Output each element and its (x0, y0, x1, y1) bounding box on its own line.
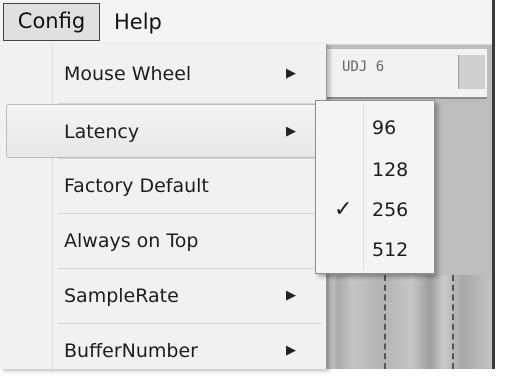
latency-option-96[interactable]: 96 (316, 108, 434, 148)
latency-submenu: 96 128 ✓ 256 512 (315, 100, 435, 274)
latency-option-label: 256 (372, 199, 409, 221)
menu-item-latency[interactable]: Latency ▶ (6, 104, 322, 158)
menu-bar: Config Help (0, 0, 492, 45)
submenu-arrow-icon: ▶ (286, 66, 296, 81)
menu-item-buffernumber[interactable]: BufferNumber ▶ (6, 324, 322, 378)
menu-item-samplerate[interactable]: SampleRate ▶ (6, 269, 322, 323)
config-dropdown-menu: Mouse Wheel ▶ Latency ▶ Factory Default … (0, 44, 327, 369)
fader-track (452, 275, 454, 369)
menu-item-factory-default[interactable]: Factory Default (6, 159, 322, 213)
menu-item-label: Always on Top (64, 230, 199, 252)
menu-config[interactable]: Config (3, 3, 100, 41)
latency-option-label: 128 (372, 159, 409, 181)
latency-option-512[interactable]: 512 (316, 230, 434, 270)
fader-area (322, 275, 492, 369)
menu-item-mouse-wheel[interactable]: Mouse Wheel ▶ (6, 47, 322, 101)
menu-item-label: SampleRate (64, 285, 179, 307)
checkmark-icon: ✓ (334, 197, 353, 222)
latency-option-label: 96 (372, 117, 397, 139)
menu-help[interactable]: Help (114, 4, 162, 40)
deck-label: UDJ 6 (342, 59, 385, 75)
submenu-arrow-icon: ▶ (286, 343, 296, 358)
fader-track (384, 275, 386, 369)
submenu-arrow-icon: ▶ (286, 124, 296, 139)
menu-item-label: Factory Default (64, 175, 209, 197)
latency-option-label: 512 (372, 239, 409, 261)
deck-strip: UDJ 6 (322, 49, 487, 99)
menu-item-label: BufferNumber (64, 340, 198, 362)
deck-knob (458, 55, 485, 89)
menu-item-label: Mouse Wheel (64, 63, 192, 85)
menu-item-always-on-top[interactable]: Always on Top (6, 214, 322, 268)
window-edge (492, 0, 495, 369)
menu-item-label: Latency (64, 121, 140, 143)
latency-option-256[interactable]: ✓ 256 (316, 190, 434, 230)
latency-option-128[interactable]: 128 (316, 150, 434, 190)
submenu-arrow-icon: ▶ (286, 288, 296, 303)
